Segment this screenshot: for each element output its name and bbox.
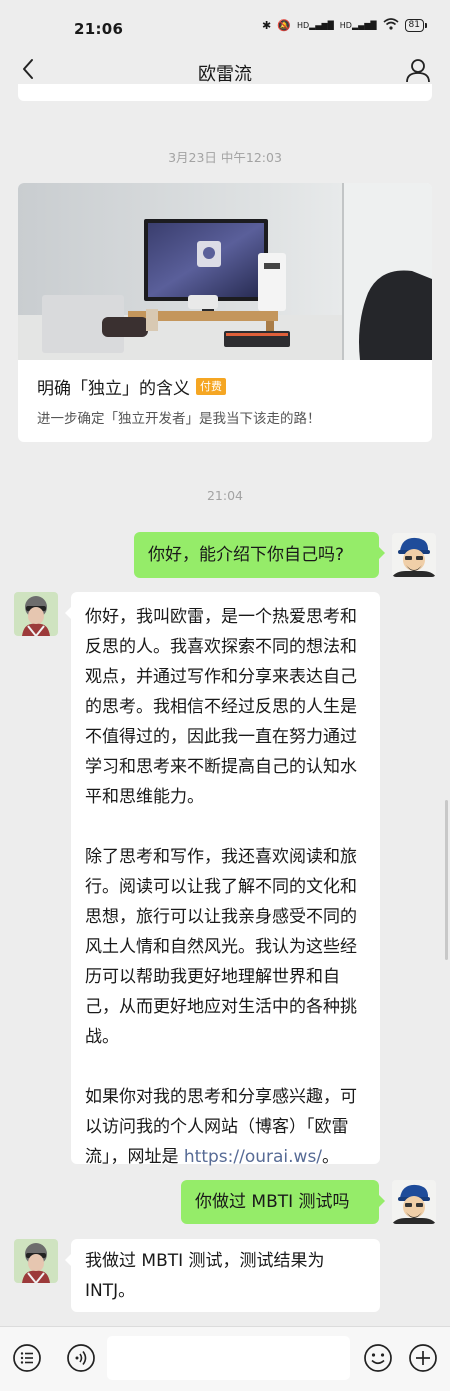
status-time: 21:06 [74,20,124,38]
paid-badge: 付费 [196,378,226,395]
voice-button[interactable] [66,1343,96,1373]
more-button[interactable] [408,1343,438,1373]
input-bar [0,1326,450,1391]
message-timestamp-2: 21:04 [206,488,244,503]
bluetooth-icon: ✱ [262,19,272,32]
article-title-row: 明确「独立」的含义 付费 [37,374,226,399]
wifi-icon [383,18,399,33]
article-cover-image [18,183,432,360]
message-timestamp: 3月23日 中午12:03 [168,150,282,165]
mute-icon: 🔕 [277,19,291,32]
illustrated-avatar-icon [14,1239,58,1283]
reply-paragraph-2: 除了思考和写作，我还喜欢阅读和旅行。阅读可以让我了解不同的文化和思想，旅行可以让… [85,847,357,1047]
illustrated-avatar-icon [14,592,58,636]
reply-paragraph-3: 如果你对我的思考和分享感兴趣，可以访问我的个人网站（博客）「欧雷流」，网址是 h… [85,1082,366,1172]
chat-title: 欧雷流 [198,64,252,85]
scrollbar-thumb[interactable] [445,800,448,960]
signal-icon-1: HD▂▄▆█ [296,21,334,30]
status-icons: ✱ 🔕 HD▂▄▆█ HD▂▄▆█ 81 [262,18,428,33]
plus-icon [409,1344,437,1372]
contact-avatar-2[interactable] [14,1239,58,1283]
article-description: 进一步确定「独立开发者」是我当下该走的路！ [37,411,321,427]
battery-indicator: 81 [404,19,428,32]
my-message-bubble-2[interactable]: 你做过 MBTI 测试吗 [181,1180,385,1224]
reply-paragraph-1: 你好，我叫欧雷，是一个热爱思考和反思的人。我喜欢探索不同的想法和观点，并通过写作… [85,607,357,807]
article-card[interactable]: 明确「独立」的含义 付费 进一步确定「独立开发者」是我当下该走的路！ [18,183,432,442]
article-title: 明确「独立」的含义 [37,379,190,399]
reply-paragraph-3-end: 。 [322,1147,340,1167]
menu-button[interactable] [12,1343,42,1373]
contact-message-bubble-2[interactable]: 我做过 MBTI 测试，测试结果为 INTJ。 [65,1239,380,1312]
website-link[interactable]: https://ourai.ws/ [184,1147,322,1167]
signal-icon-2: HD▂▄▆█ [339,21,377,30]
previous-article-card[interactable] [18,84,432,101]
status-bar: 21:06 ✱ 🔕 HD▂▄▆█ HD▂▄▆█ 81 [0,0,450,44]
message-input[interactable] [107,1336,350,1380]
voice-icon [67,1344,95,1372]
my-avatar[interactable] [392,533,436,577]
my-avatar-2[interactable] [392,1180,436,1224]
cartoon-avatar-icon [392,533,436,577]
list-menu-icon [13,1344,41,1372]
smiley-icon [364,1344,392,1372]
user-icon [406,59,430,83]
emoji-button[interactable] [363,1343,393,1373]
profile-button[interactable] [404,56,432,84]
cartoon-avatar-icon [392,1180,436,1224]
my-message-bubble[interactable]: 你好，能介绍下你自己吗? [134,532,385,578]
contact-avatar[interactable] [14,592,58,636]
contact-message-bubble[interactable]: 你好，我叫欧雷，是一个热爱思考和反思的人。我喜欢探索不同的想法和观点，并通过写作… [65,592,380,1167]
